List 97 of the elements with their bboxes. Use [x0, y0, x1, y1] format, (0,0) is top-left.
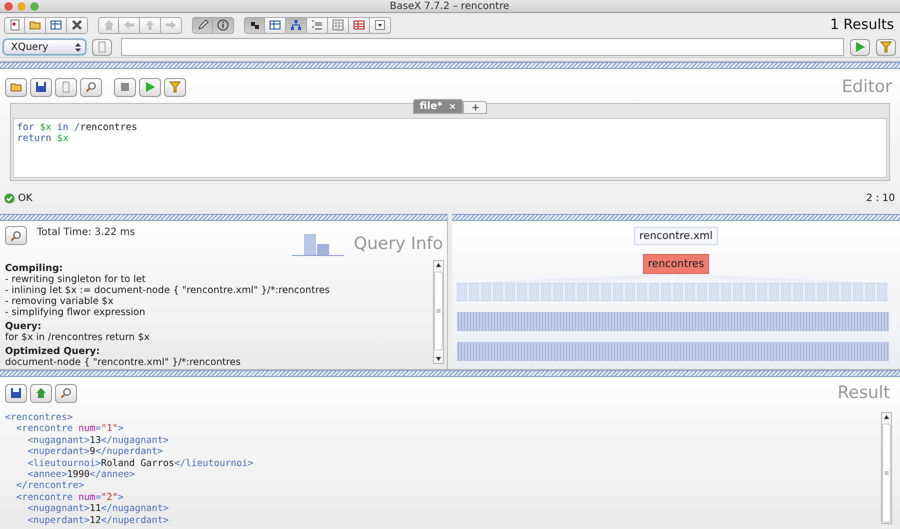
info-line: - inlining let $x := document-node { "rencontre.xml" }/*:rencontres [5, 285, 331, 296]
document-icon [96, 41, 108, 53]
panel-title: Query Info [354, 234, 443, 254]
close-window-icon[interactable] [4, 2, 13, 10]
code-line: <rencontres> [5, 412, 73, 424]
code-line: </rencontre> [15, 480, 84, 492]
play-icon [144, 81, 156, 93]
toolbar-button[interactable] [213, 16, 234, 34]
code-line: <rencontre num="1"> [15, 423, 124, 435]
code-line: return $x [17, 133, 68, 144]
total-time: Total Time: 3.22 ms [37, 227, 135, 238]
dropdown-icon [374, 19, 386, 31]
mode-dropdown[interactable]: XQuery [3, 39, 86, 55]
info-line: - removing variable $x [5, 296, 114, 307]
filter-button[interactable] [876, 38, 896, 56]
filter-icon [880, 41, 892, 53]
code-line: for $x in /rencontres [17, 122, 138, 133]
search-icon [10, 230, 22, 242]
toolbar-button[interactable] [67, 16, 88, 34]
info-line: - rewriting singleton for to let [5, 274, 147, 285]
zoom-window-icon[interactable] [30, 2, 39, 10]
filter-icon [169, 81, 181, 93]
filter-button[interactable] [164, 78, 186, 96]
document-icon [60, 81, 72, 93]
timing-chart-icon [292, 232, 344, 256]
code-line: <lieutournoi>Roland Garros</lieutournoi> [26, 458, 254, 470]
search-icon [60, 387, 72, 399]
info-line: - simplifying flwor expression [5, 307, 146, 318]
run-button[interactable] [139, 78, 161, 96]
toolbar-button[interactable] [244, 16, 265, 34]
info-line: document-node { "rencontre.xml" }/*:rencontres [5, 357, 242, 368]
stop-icon [119, 81, 131, 93]
close-icon[interactable] [448, 102, 458, 111]
toolbar-button[interactable] [265, 16, 286, 34]
search-icon [85, 81, 97, 93]
scrollbar[interactable] [433, 260, 444, 364]
code-editor[interactable]: for $x in /rencontres return $x [13, 118, 887, 178]
open-button[interactable] [5, 78, 27, 96]
table-icon [269, 19, 281, 31]
search-button[interactable] [5, 226, 27, 245]
tree-node[interactable]: rencontres [642, 254, 710, 274]
panel-drag-bar[interactable] [0, 62, 900, 69]
save-icon [10, 387, 22, 399]
save-icon [35, 81, 47, 93]
cursor-position: 2 : 10 [866, 193, 895, 204]
home-button[interactable] [30, 384, 52, 402]
panel-drag-bar[interactable] [0, 370, 900, 377]
close-icon [71, 19, 83, 31]
table-icon [50, 19, 62, 31]
toolbar-button[interactable] [286, 16, 307, 34]
panel-drag-bar[interactable] [452, 214, 900, 221]
grid-icon [332, 19, 344, 31]
code-line: <annee>1990</annee> [26, 469, 135, 480]
table-icon [353, 19, 365, 31]
code-line: <nuperdant>9</nuperdant> [26, 446, 164, 458]
code-line: <rencontre num="2"> [15, 492, 124, 504]
search-button[interactable] [55, 384, 77, 402]
info-line: for $x in /rencontres return $x [5, 332, 151, 343]
window-title: BaseX 7.7.2 – rencontre [388, 0, 510, 12]
list-icon [311, 19, 323, 31]
save-button[interactable] [30, 78, 52, 96]
result-count: 1 Results [830, 17, 894, 33]
tree-icon [290, 19, 302, 31]
new-file-icon [8, 19, 20, 31]
stepper-icon [75, 42, 81, 52]
new-tab-button[interactable] [463, 101, 488, 114]
editor-tab[interactable]: file* [412, 99, 464, 114]
section-heading: Optimized Query: [5, 346, 101, 357]
toolbar-button[interactable] [192, 16, 213, 34]
stop-button[interactable] [114, 78, 136, 96]
section-heading: Compiling: [5, 263, 64, 274]
toolbar-button[interactable] [46, 16, 67, 34]
check-icon [4, 193, 15, 204]
tree-node[interactable]: rencontre.xml [634, 227, 718, 245]
scrollbar[interactable] [881, 412, 892, 524]
left-arrow-icon [123, 19, 135, 31]
input-field[interactable] [121, 38, 844, 56]
folder-icon [29, 19, 41, 31]
pencil-icon [196, 19, 208, 31]
play-icon [854, 41, 866, 53]
up-arrow-icon [144, 19, 156, 31]
panel-title: Result [837, 383, 890, 403]
code-line: <nuperdant>12</nuperdant> [26, 514, 169, 526]
plus-icon [470, 103, 480, 112]
section-heading: Query: [5, 321, 42, 332]
search-button[interactable] [80, 78, 102, 96]
info-icon [217, 19, 229, 31]
code-line: <nugagnant>11</nugagnant> [26, 503, 169, 515]
status-text: OK [18, 193, 32, 204]
right-arrow-icon [165, 19, 177, 31]
run-button[interactable] [850, 38, 870, 56]
code-line: <nugagnant>13</nugagnant> [26, 434, 169, 446]
toolbar-button[interactable] [307, 16, 328, 34]
panel-title: Editor [842, 77, 892, 97]
save-button[interactable] [5, 384, 27, 402]
panel-drag-bar[interactable] [0, 214, 447, 221]
folder-icon [10, 81, 22, 93]
